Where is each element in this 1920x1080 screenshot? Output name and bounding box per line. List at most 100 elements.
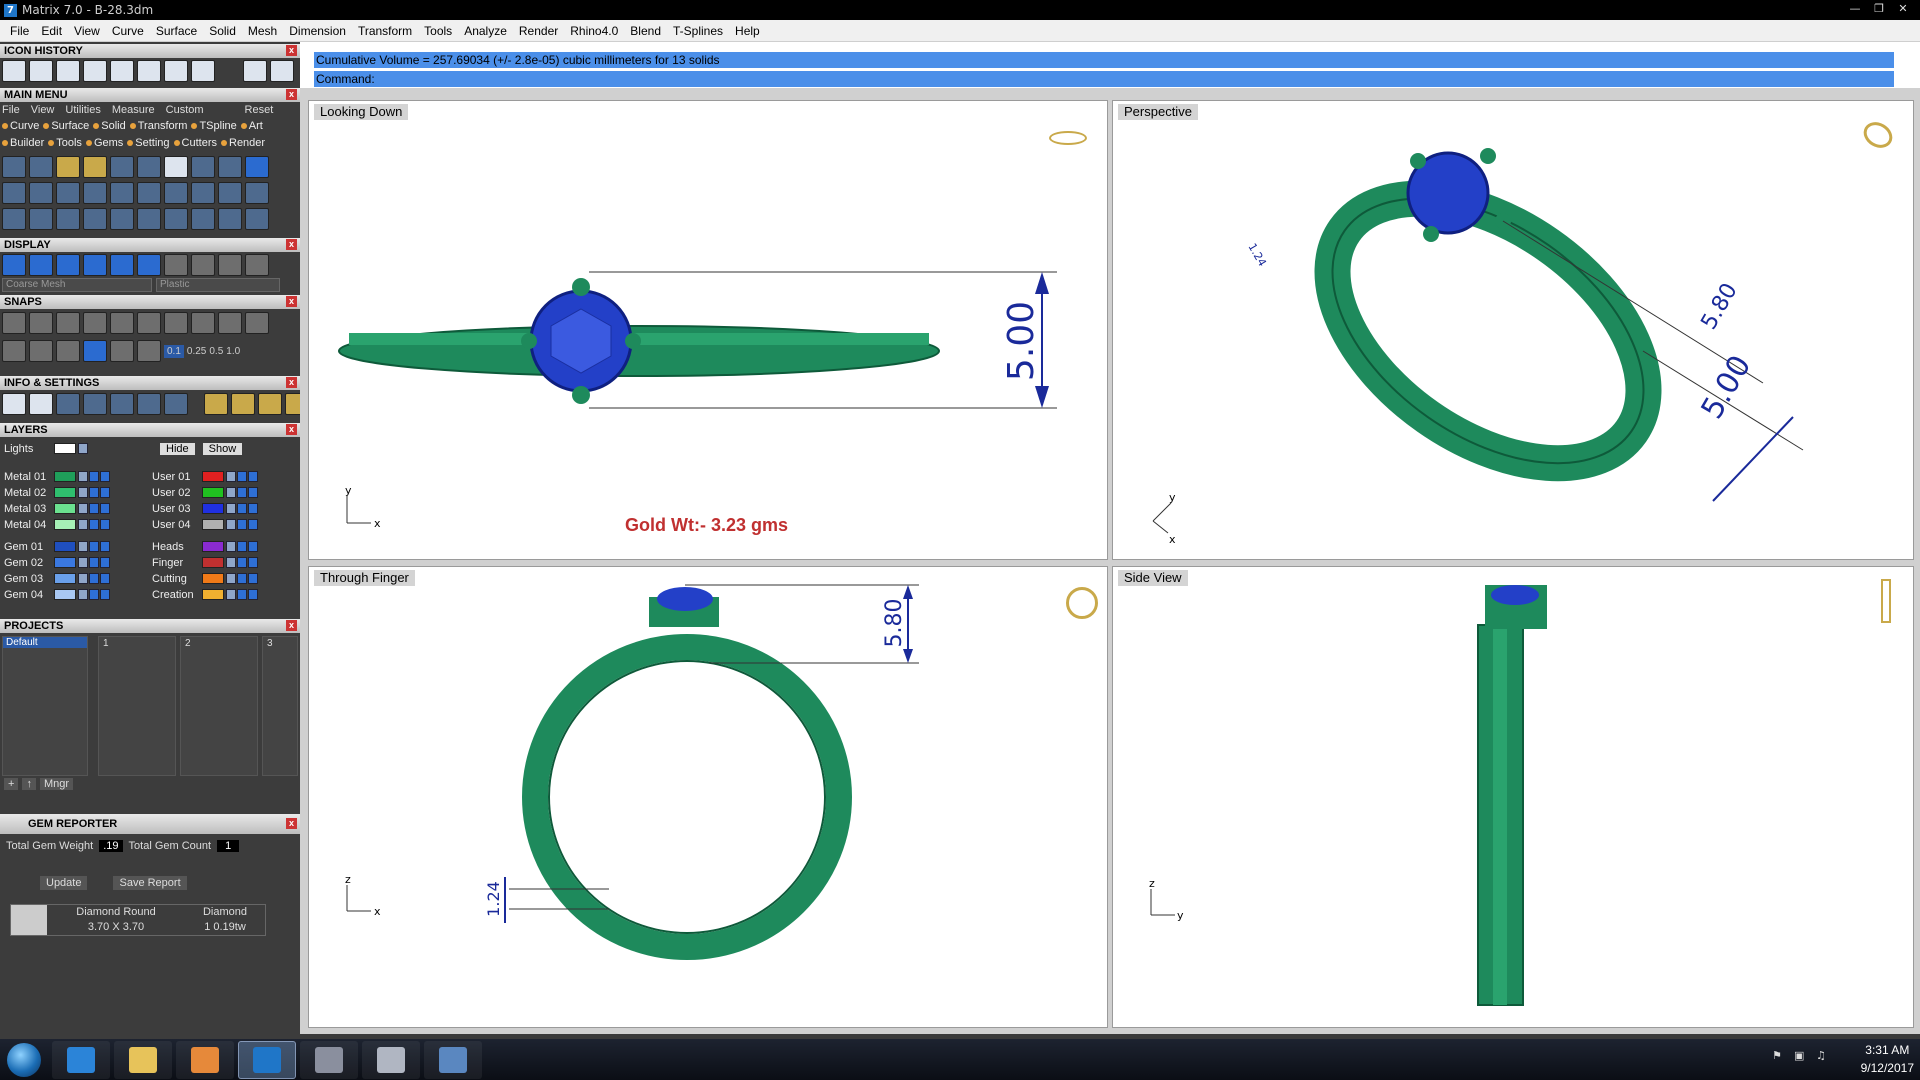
tool-icon[interactable] [164, 182, 188, 204]
layer-visibility-toggle[interactable] [237, 573, 247, 584]
close-icon[interactable]: x [286, 424, 297, 435]
layer-row[interactable]: Metal 02 [4, 486, 111, 499]
layer-visibility-toggle[interactable] [89, 541, 99, 552]
tool-icon[interactable] [191, 208, 215, 230]
layer-color-swatch[interactable] [202, 487, 224, 498]
project-slot-2[interactable]: 2 [180, 636, 258, 776]
tool-icon[interactable] [110, 156, 134, 178]
circle-icon[interactable] [245, 208, 269, 230]
layer-lock-toggle[interactable] [226, 557, 236, 568]
tool-icon[interactable] [29, 208, 53, 230]
layer-visibility-toggle[interactable] [237, 503, 247, 514]
network-icon[interactable]: ▣ [1794, 1049, 1808, 1063]
layer-select-toggle[interactable] [100, 557, 110, 568]
tool-icon[interactable] [137, 208, 161, 230]
layer-row[interactable]: Metal 03 [4, 502, 111, 515]
layer-lock-toggle[interactable] [78, 487, 88, 498]
snap-icon[interactable] [110, 312, 134, 334]
taskbar-snip[interactable] [362, 1040, 420, 1079]
rendered-icon[interactable] [83, 254, 107, 276]
layer-lock-toggle[interactable] [226, 573, 236, 584]
layer-color-swatch[interactable] [202, 541, 224, 552]
snap-icon[interactable] [2, 312, 26, 334]
layer-row[interactable]: Finger [152, 556, 259, 569]
wireframe-icon[interactable] [2, 254, 26, 276]
tool-icon[interactable] [56, 208, 80, 230]
view-orientation-icon[interactable] [1881, 579, 1891, 623]
reset-button[interactable]: Reset [245, 104, 274, 116]
history-tool-icon[interactable] [110, 60, 134, 82]
minimize-button[interactable]: — [1844, 1, 1866, 17]
layer-color-swatch[interactable] [202, 471, 224, 482]
tool-icon[interactable] [83, 156, 107, 178]
tool-icon[interactable] [110, 182, 134, 204]
snap-icon[interactable] [56, 312, 80, 334]
info-icon[interactable] [110, 393, 134, 415]
layer-select-toggle[interactable] [248, 541, 258, 552]
restore-button[interactable]: ❐ [1868, 1, 1890, 17]
layer-row[interactable]: Heads [152, 540, 259, 553]
display-mode-icon[interactable] [137, 254, 161, 276]
history-tool-icon[interactable] [164, 60, 188, 82]
layer-row[interactable]: User 02 [152, 486, 259, 499]
layer-select-toggle[interactable] [248, 557, 258, 568]
layer-visibility-toggle[interactable] [89, 589, 99, 600]
info-icon[interactable] [204, 393, 228, 415]
mesh-quality-select[interactable]: Coarse Mesh [2, 278, 152, 292]
layer-color-swatch[interactable] [54, 541, 76, 552]
taskbar-matrix[interactable] [238, 1040, 296, 1079]
tool-icon[interactable] [56, 156, 80, 178]
material-icon[interactable] [191, 254, 215, 276]
info-icon[interactable] [56, 393, 80, 415]
layer-visibility-toggle[interactable] [89, 503, 99, 514]
layer-visibility-toggle[interactable] [237, 589, 247, 600]
project-default[interactable]: Default [3, 637, 87, 648]
close-icon[interactable]: x [286, 620, 297, 631]
category-gems[interactable]: Gems [86, 137, 123, 149]
taskbar-media[interactable] [176, 1040, 234, 1079]
material-icon[interactable] [164, 254, 188, 276]
layer-select-toggle[interactable] [248, 503, 258, 514]
layer-lock-toggle[interactable] [226, 541, 236, 552]
settings-icon[interactable] [2, 393, 26, 415]
menu-curve[interactable]: Curve [106, 24, 150, 38]
layer-select-toggle[interactable] [100, 541, 110, 552]
project-list[interactable]: Default [2, 636, 88, 776]
layer-select-toggle[interactable] [100, 573, 110, 584]
layer-select-toggle[interactable] [248, 519, 258, 530]
menu-solid[interactable]: Solid [203, 24, 242, 38]
snap-value-2[interactable]: 0.5 [209, 346, 223, 357]
category-surface[interactable]: Surface [43, 120, 89, 132]
layer-visibility-toggle[interactable] [237, 487, 247, 498]
info-icon[interactable] [137, 393, 161, 415]
menu-dimension[interactable]: Dimension [283, 24, 352, 38]
layer-select-toggle[interactable] [248, 589, 258, 600]
tool-icon[interactable] [2, 208, 26, 230]
layer-color-swatch[interactable] [54, 471, 76, 482]
layer-select-toggle[interactable] [100, 503, 110, 514]
snap-icon[interactable] [137, 312, 161, 334]
layer-select-toggle[interactable] [100, 487, 110, 498]
new-file-icon[interactable] [2, 60, 26, 82]
tool-icon[interactable] [83, 208, 107, 230]
arrow-right-icon[interactable] [270, 60, 294, 82]
menu-surface[interactable]: Surface [150, 24, 203, 38]
gem-entry[interactable]: Diamond Round 3.70 X 3.70 Diamond 1 0.19tw [10, 904, 266, 936]
layer-color-swatch[interactable] [54, 487, 76, 498]
project-slot-1[interactable]: 1 [98, 636, 176, 776]
layer-visibility-toggle[interactable] [237, 557, 247, 568]
taskbar-paint[interactable] [300, 1040, 358, 1079]
viewport-through-finger[interactable]: Through Finger 5.80 1.24 z x [308, 566, 1108, 1028]
layer-lock-toggle[interactable] [226, 589, 236, 600]
menu-tsplines[interactable]: T-Splines [667, 24, 729, 38]
layer-color-swatch[interactable] [202, 503, 224, 514]
close-icon[interactable]: x [286, 818, 297, 829]
taskbar-window[interactable] [424, 1040, 482, 1079]
layer-lock-toggle[interactable] [78, 573, 88, 584]
start-button[interactable] [0, 1040, 48, 1080]
layer-lock-toggle[interactable] [226, 471, 236, 482]
layer-lock-toggle[interactable] [78, 503, 88, 514]
close-button[interactable]: ✕ [1892, 1, 1914, 17]
layer-color-swatch[interactable] [54, 557, 76, 568]
layer-lock-toggle[interactable] [226, 503, 236, 514]
